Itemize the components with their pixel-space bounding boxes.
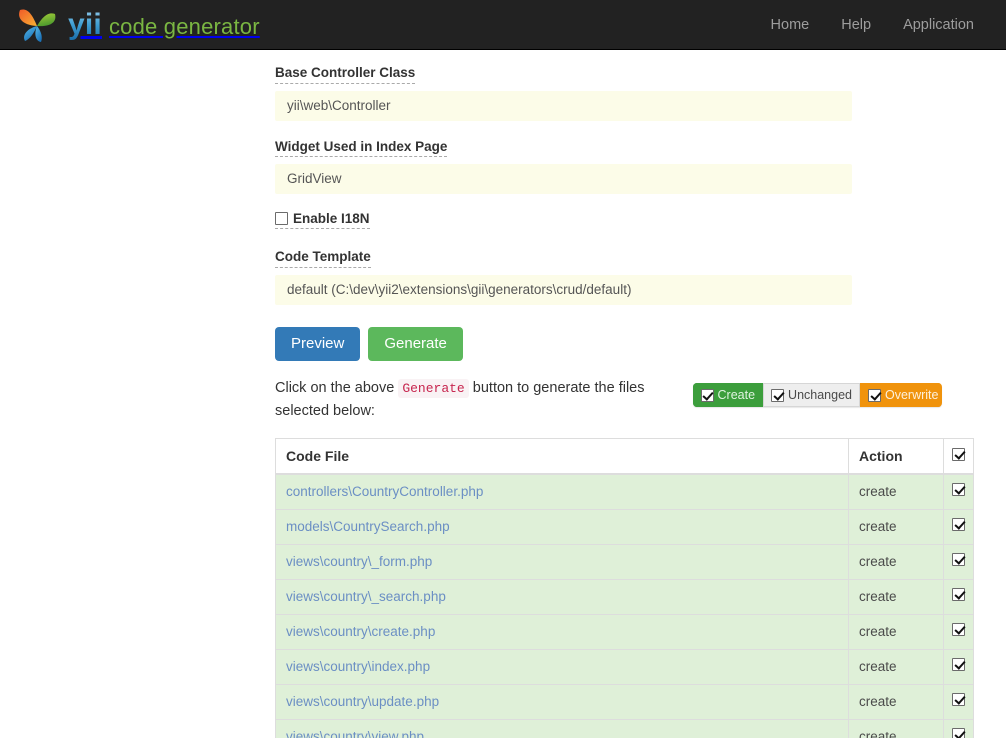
- input-code-template[interactable]: [275, 275, 852, 305]
- code-file-link[interactable]: views\country\create.php: [286, 624, 435, 639]
- legend-checkbox-unchanged[interactable]: [771, 389, 784, 402]
- cell-code-file: views\country\_form.php: [276, 545, 849, 580]
- cell-action: create: [849, 720, 944, 738]
- action-button-row: Preview Generate: [275, 327, 975, 362]
- legend-checkbox-overwrite[interactable]: [868, 389, 881, 402]
- legend-label-create: Create: [718, 389, 756, 402]
- top-navbar: yii code generator Home Help Application: [0, 0, 1006, 50]
- label-base-controller-class: Base Controller Class: [275, 65, 415, 84]
- table-row: views\country\index.php create: [276, 650, 974, 685]
- cell-action: create: [849, 580, 944, 615]
- legend-label-overwrite: Overwrite: [885, 389, 938, 402]
- cell-row-select: [944, 615, 974, 650]
- row-select-checkbox[interactable]: [952, 728, 965, 738]
- cell-action: create: [849, 474, 944, 510]
- legend-checkbox-create[interactable]: [701, 389, 714, 402]
- table-row: views\country\create.php create: [276, 615, 974, 650]
- brand-logo-link[interactable]: yii code generator: [14, 0, 260, 50]
- brand-text: yii code generator: [68, 10, 260, 40]
- hint-inline-code-generate: Generate: [398, 379, 468, 398]
- nav-link-help[interactable]: Help: [841, 0, 871, 50]
- label-code-template: Code Template: [275, 249, 371, 268]
- column-header-select-all: [944, 439, 974, 475]
- preview-button[interactable]: Preview: [275, 327, 360, 362]
- checkbox-enable-i18n[interactable]: [275, 212, 288, 225]
- generate-hint-text: Click on the above Generate button to ge…: [275, 377, 693, 422]
- cell-row-select: [944, 474, 974, 510]
- row-select-checkbox[interactable]: [952, 658, 965, 671]
- row-select-checkbox[interactable]: [952, 693, 965, 706]
- column-header-code-file: Code File: [276, 439, 849, 475]
- code-file-link[interactable]: views\country\view.php: [286, 729, 424, 738]
- hint-text-before: Click on the above: [275, 380, 394, 396]
- brand-subtitle: code generator: [109, 16, 260, 38]
- table-header-row: Code File Action: [276, 439, 974, 475]
- cell-action: create: [849, 510, 944, 545]
- field-group-enable-i18n: Enable I18N: [275, 211, 975, 229]
- generate-button[interactable]: Generate: [368, 327, 463, 362]
- status-filter-legend: Create Unchanged Overwrite: [693, 383, 942, 407]
- cell-row-select: [944, 545, 974, 580]
- generator-form: Base Controller Class Widget Used in Ind…: [275, 50, 975, 738]
- table-row: views\country\_form.php create: [276, 545, 974, 580]
- cell-code-file: views\country\update.php: [276, 685, 849, 720]
- nav-link-home[interactable]: Home: [771, 0, 810, 50]
- code-file-link[interactable]: views\country\_search.php: [286, 589, 446, 604]
- code-file-link[interactable]: models\CountrySearch.php: [286, 519, 450, 534]
- table-body: controllers\CountryController.phpcreatem…: [276, 474, 974, 738]
- code-file-table: Code File Action controllers\CountryCont…: [275, 438, 974, 738]
- input-base-controller-class[interactable]: [275, 91, 852, 121]
- row-select-checkbox[interactable]: [952, 588, 965, 601]
- cell-code-file: views\country\view.php: [276, 720, 849, 738]
- cell-row-select: [944, 580, 974, 615]
- cell-row-select: [944, 685, 974, 720]
- label-widget-used-in-index-page: Widget Used in Index Page: [275, 139, 447, 158]
- cell-code-file: views\country\index.php: [276, 650, 849, 685]
- table-head: Code File Action: [276, 439, 974, 475]
- nav-links: Home Help Application: [771, 0, 988, 50]
- cell-code-file: models\CountrySearch.php: [276, 510, 849, 545]
- page-body: Base Controller Class Widget Used in Ind…: [0, 50, 1006, 738]
- nav-link-application[interactable]: Application: [903, 0, 974, 50]
- cell-code-file: views\country\create.php: [276, 615, 849, 650]
- table-row: models\CountrySearch.php create: [276, 510, 974, 545]
- table-row: views\country\_search.php create: [276, 580, 974, 615]
- table-row: controllers\CountryController.php create: [276, 474, 974, 510]
- input-widget-used-in-index-page[interactable]: [275, 164, 852, 194]
- cell-code-file: controllers\CountryController.php: [276, 474, 849, 510]
- row-select-checkbox[interactable]: [952, 483, 965, 496]
- code-file-link[interactable]: views\country\index.php: [286, 659, 430, 674]
- cell-row-select: [944, 650, 974, 685]
- row-select-checkbox[interactable]: [952, 623, 965, 636]
- row-select-checkbox[interactable]: [952, 553, 965, 566]
- cell-code-file: views\country\_search.php: [276, 580, 849, 615]
- code-file-link[interactable]: controllers\CountryController.php: [286, 484, 483, 499]
- cell-action: create: [849, 545, 944, 580]
- table-row: views\country\update.php create: [276, 685, 974, 720]
- cell-action: create: [849, 685, 944, 720]
- cell-row-select: [944, 510, 974, 545]
- cell-row-select: [944, 720, 974, 738]
- column-header-action: Action: [849, 439, 944, 475]
- legend-toggle-create[interactable]: Create: [693, 383, 764, 407]
- enable-i18n-text: Enable I18N: [293, 211, 370, 226]
- legend-toggle-unchanged[interactable]: Unchanged: [763, 383, 860, 407]
- field-group-index-widget: Widget Used in Index Page: [275, 138, 975, 195]
- select-all-checkbox[interactable]: [952, 448, 965, 461]
- cell-action: create: [849, 615, 944, 650]
- code-file-link[interactable]: views\country\update.php: [286, 694, 439, 709]
- code-file-link[interactable]: views\country\_form.php: [286, 554, 432, 569]
- brand-name: yii: [68, 10, 102, 40]
- hint-and-legend-row: Click on the above Generate button to ge…: [275, 377, 975, 422]
- row-select-checkbox[interactable]: [952, 518, 965, 531]
- yii-butterfly-logo-icon: [14, 3, 60, 47]
- label-enable-i18n[interactable]: Enable I18N: [275, 211, 370, 229]
- field-group-code-template: Code Template: [275, 248, 975, 305]
- cell-action: create: [849, 650, 944, 685]
- legend-label-unchanged: Unchanged: [788, 389, 852, 402]
- legend-toggle-overwrite[interactable]: Overwrite: [860, 383, 942, 407]
- field-group-base-controller: Base Controller Class: [275, 64, 975, 121]
- table-row: views\country\view.php create: [276, 720, 974, 738]
